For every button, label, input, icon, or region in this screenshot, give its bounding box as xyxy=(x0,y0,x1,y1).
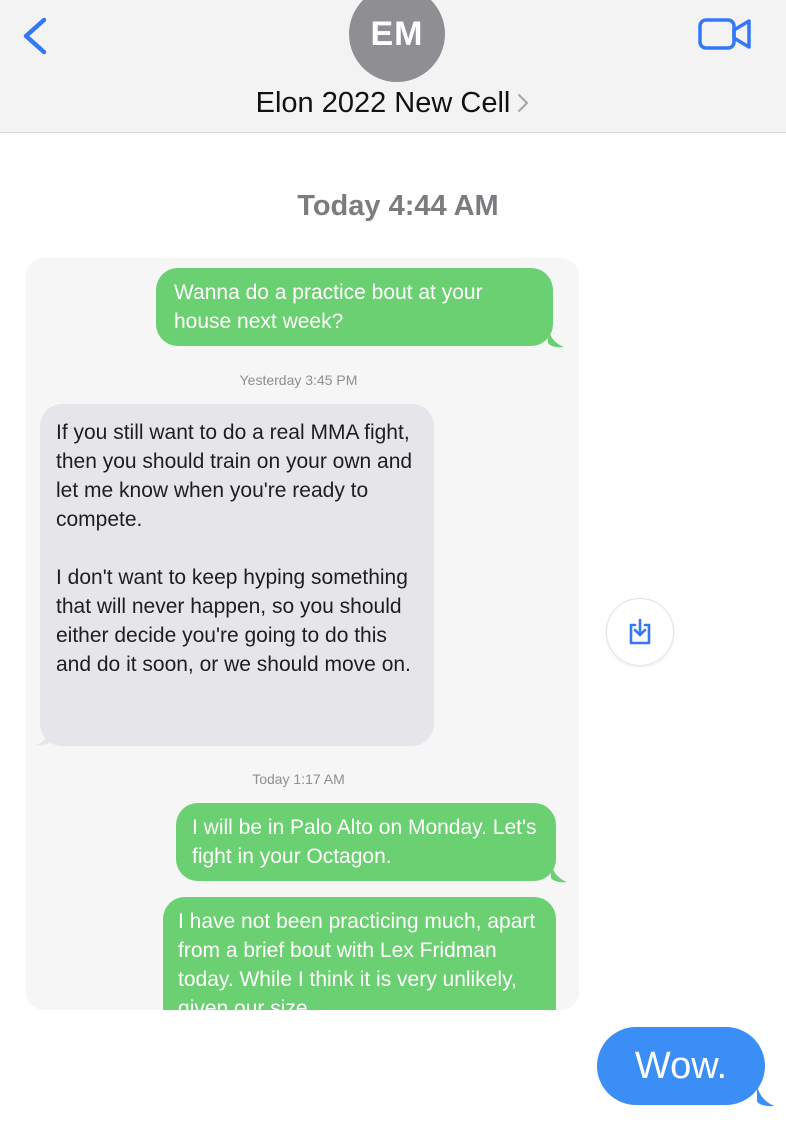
save-image-button[interactable] xyxy=(606,598,674,666)
message-paragraph: I don't want to keep hyping something th… xyxy=(56,566,411,676)
bubble-tail xyxy=(36,726,52,746)
sent-message: I have not been practicing much, apart f… xyxy=(163,897,556,1010)
bubble-tail xyxy=(551,863,567,883)
bubble-tail xyxy=(757,1085,775,1107)
message-text: I have not been practicing much, apart f… xyxy=(178,910,536,1010)
avatar[interactable]: EM xyxy=(349,0,445,82)
reply-text: Wow. xyxy=(634,1044,728,1087)
message-timestamp: Today 1:17 AM xyxy=(252,771,345,787)
contact-name: Elon 2022 New Cell xyxy=(255,86,511,119)
message-timestamp: Yesterday 3:45 PM xyxy=(239,372,358,388)
message-text: I will be in Palo Alto on Monday. Let's … xyxy=(192,816,537,868)
chevron-right-icon xyxy=(518,94,529,112)
sent-reply-message: Wow. xyxy=(597,1027,765,1105)
video-camera-icon xyxy=(698,18,751,50)
sent-message: Wanna do a practice bout at your house n… xyxy=(156,268,553,346)
facetime-video-button[interactable] xyxy=(697,16,753,52)
chevron-left-icon xyxy=(23,17,47,55)
message-paragraph: If you still want to do a real MMA fight… xyxy=(56,421,413,531)
sent-message: I will be in Palo Alto on Monday. Let's … xyxy=(176,803,556,881)
received-message: If you still want to do a real MMA fight… xyxy=(40,404,434,746)
message-text: Wanna do a practice bout at your house n… xyxy=(174,281,483,333)
screenshot-image[interactable]: Wanna do a practice bout at your house n… xyxy=(26,258,579,1010)
avatar-initials: EM xyxy=(370,14,424,53)
conversation-header: EM Elon 2022 New Cell xyxy=(0,0,786,133)
back-button[interactable] xyxy=(14,14,58,58)
bubble-tail xyxy=(548,328,564,348)
conversation-timestamp: Today 4:44 AM xyxy=(297,190,499,222)
save-to-photos-icon xyxy=(629,618,651,645)
contact-title[interactable]: Elon 2022 New Cell xyxy=(0,82,786,124)
